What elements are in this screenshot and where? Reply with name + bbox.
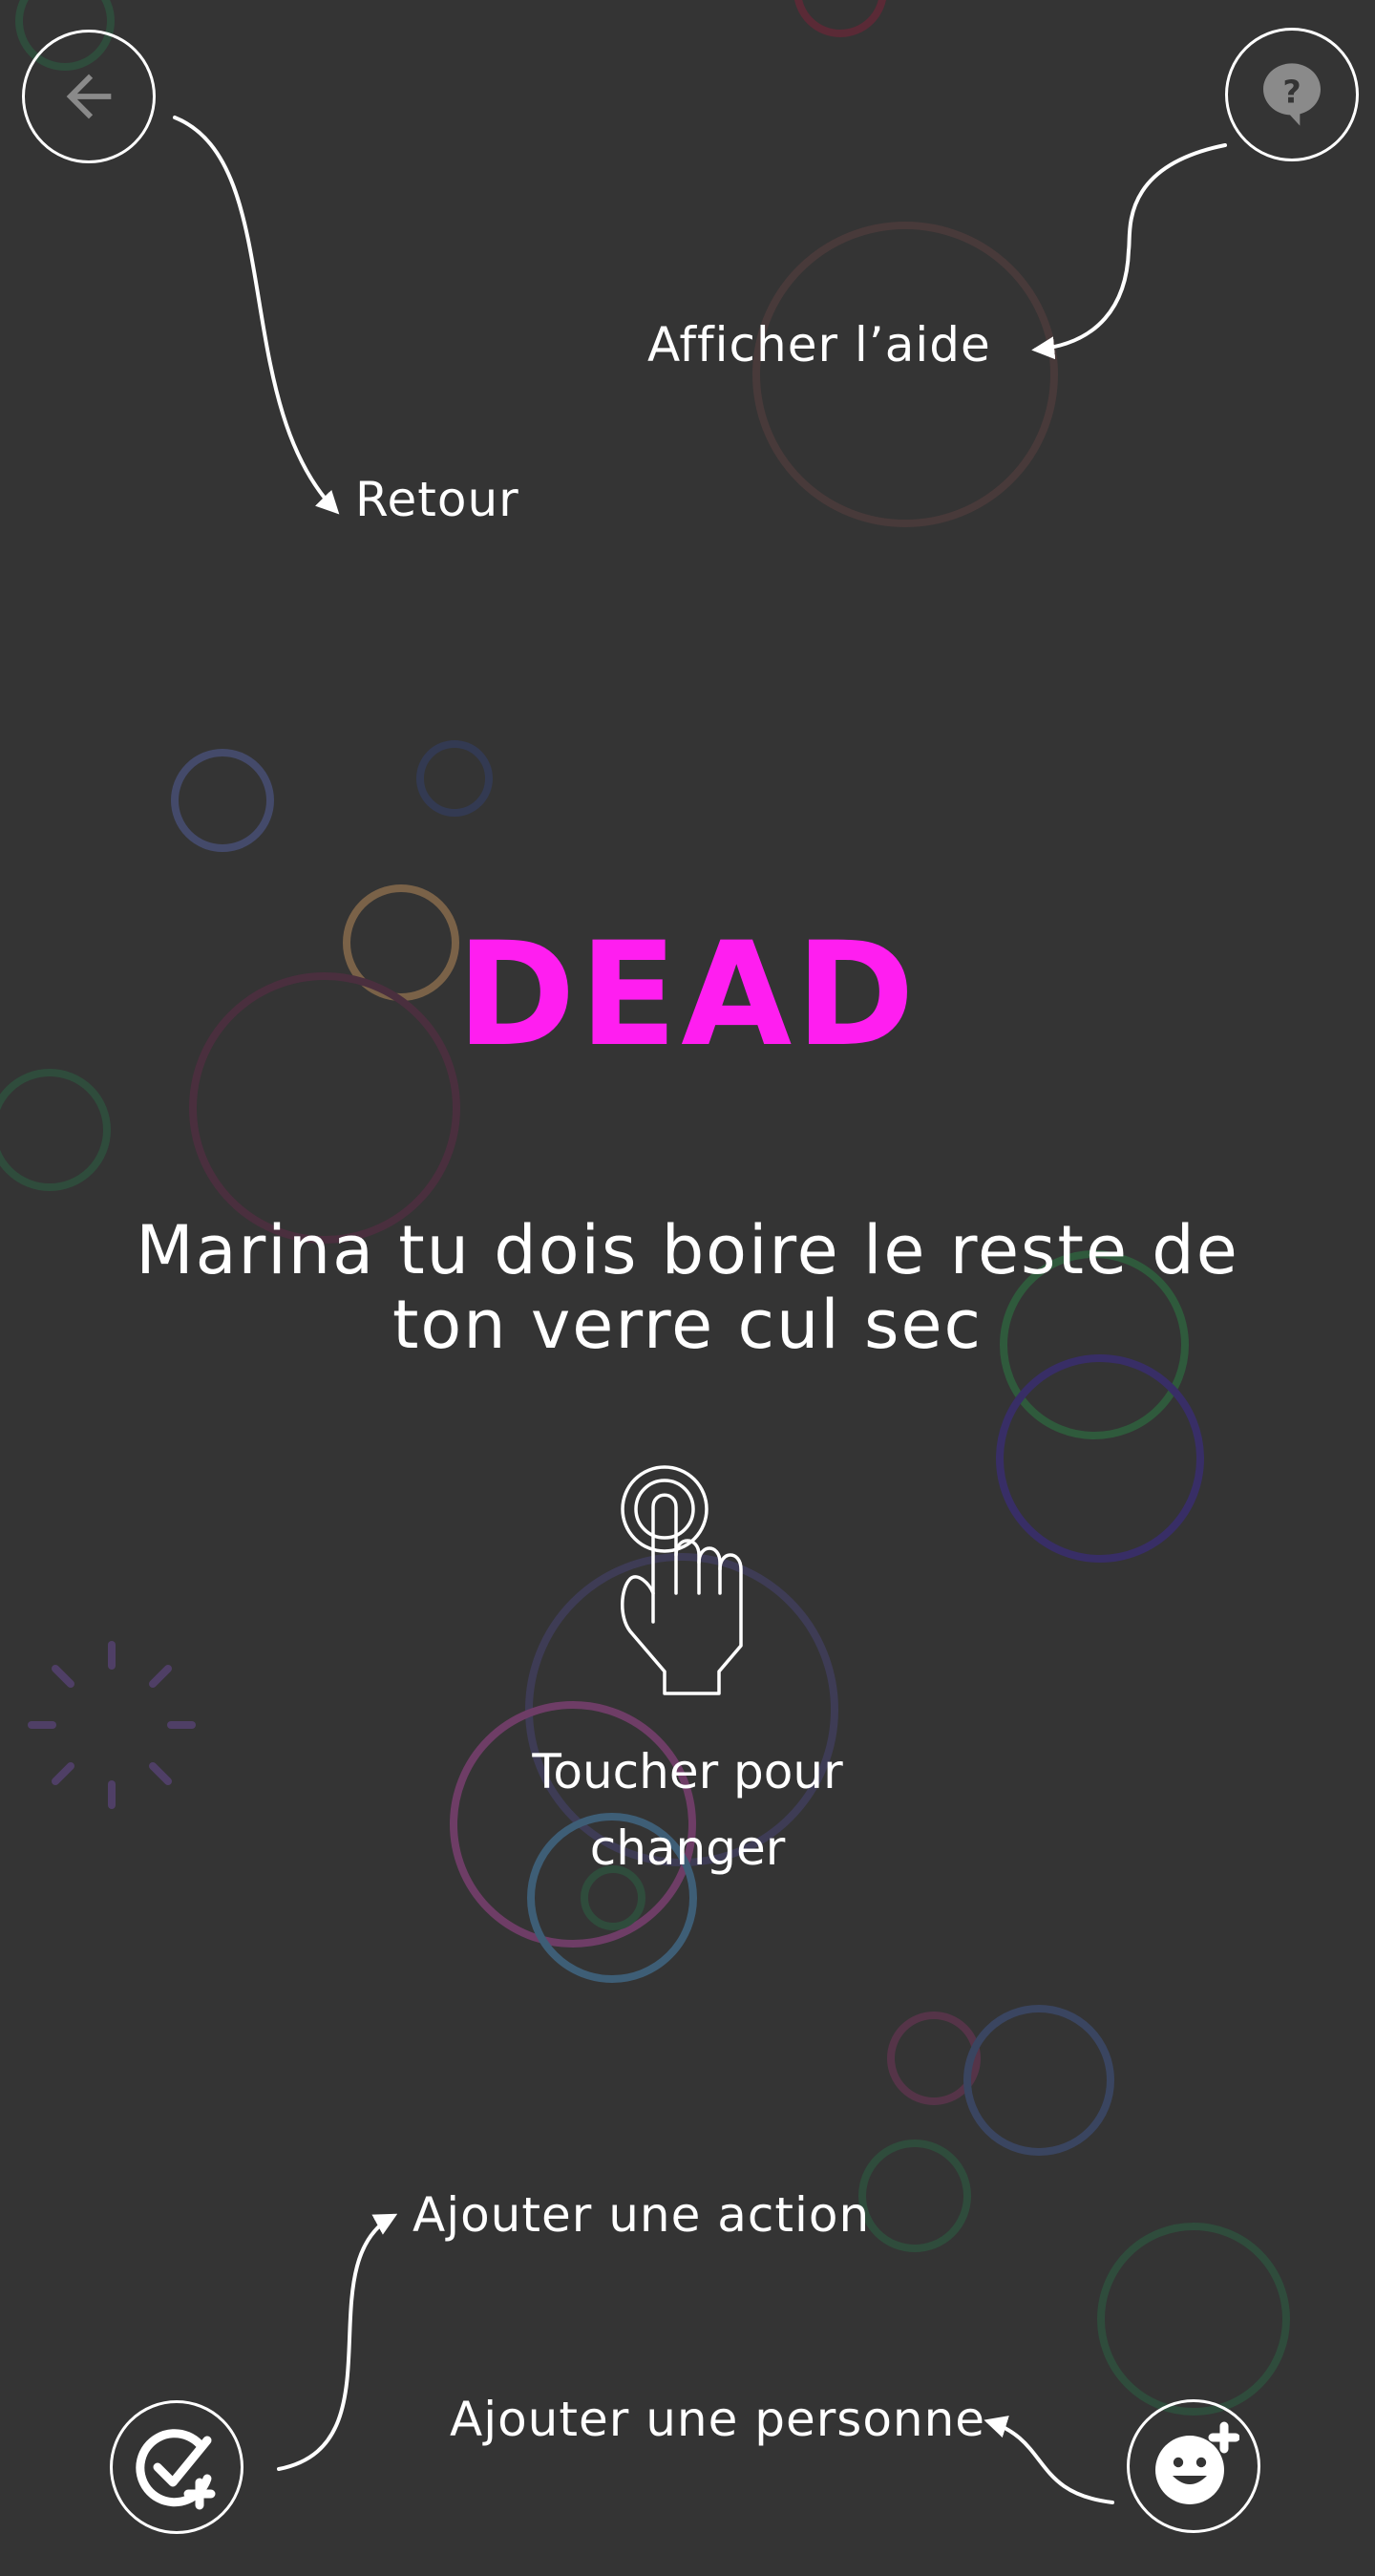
arrow-left-icon <box>66 74 112 119</box>
category-title: DEAD <box>456 912 919 1078</box>
bubble <box>794 0 886 37</box>
add-action-button[interactable] <box>110 2400 243 2534</box>
check-plus-icon <box>136 2429 216 2510</box>
svg-text:?: ? <box>1282 74 1301 111</box>
back-button[interactable] <box>22 30 156 163</box>
bubble <box>752 222 1058 527</box>
sparkle-icon <box>28 1641 196 1809</box>
add-person-hint: Ajouter une personne <box>450 2392 986 2447</box>
bubble <box>416 740 493 817</box>
question-bubble-icon: ? <box>1263 63 1321 126</box>
smiley-plus-icon <box>1155 2421 1239 2504</box>
tap-finger-icon <box>621 1465 743 1695</box>
help-hint: Afficher l’aide <box>647 317 991 373</box>
help-button[interactable]: ? <box>1225 28 1359 161</box>
add-action-hint: Ajouter une action <box>412 2187 871 2243</box>
bubble <box>171 749 274 852</box>
bubble <box>996 1354 1204 1563</box>
tap-hint: Toucher pour changer <box>532 1744 843 1876</box>
add-person-button[interactable] <box>1127 2399 1260 2533</box>
dare-message: Marina tu dois boire le reste de ton ver… <box>136 1211 1239 1364</box>
bubble <box>1097 2223 1290 2416</box>
bubble <box>0 1069 111 1191</box>
back-hint: Retour <box>355 472 519 527</box>
bubble <box>963 2005 1114 2156</box>
tap-to-change-area[interactable]: Toucher pour changer <box>497 1442 878 1882</box>
bubble <box>858 2140 971 2252</box>
